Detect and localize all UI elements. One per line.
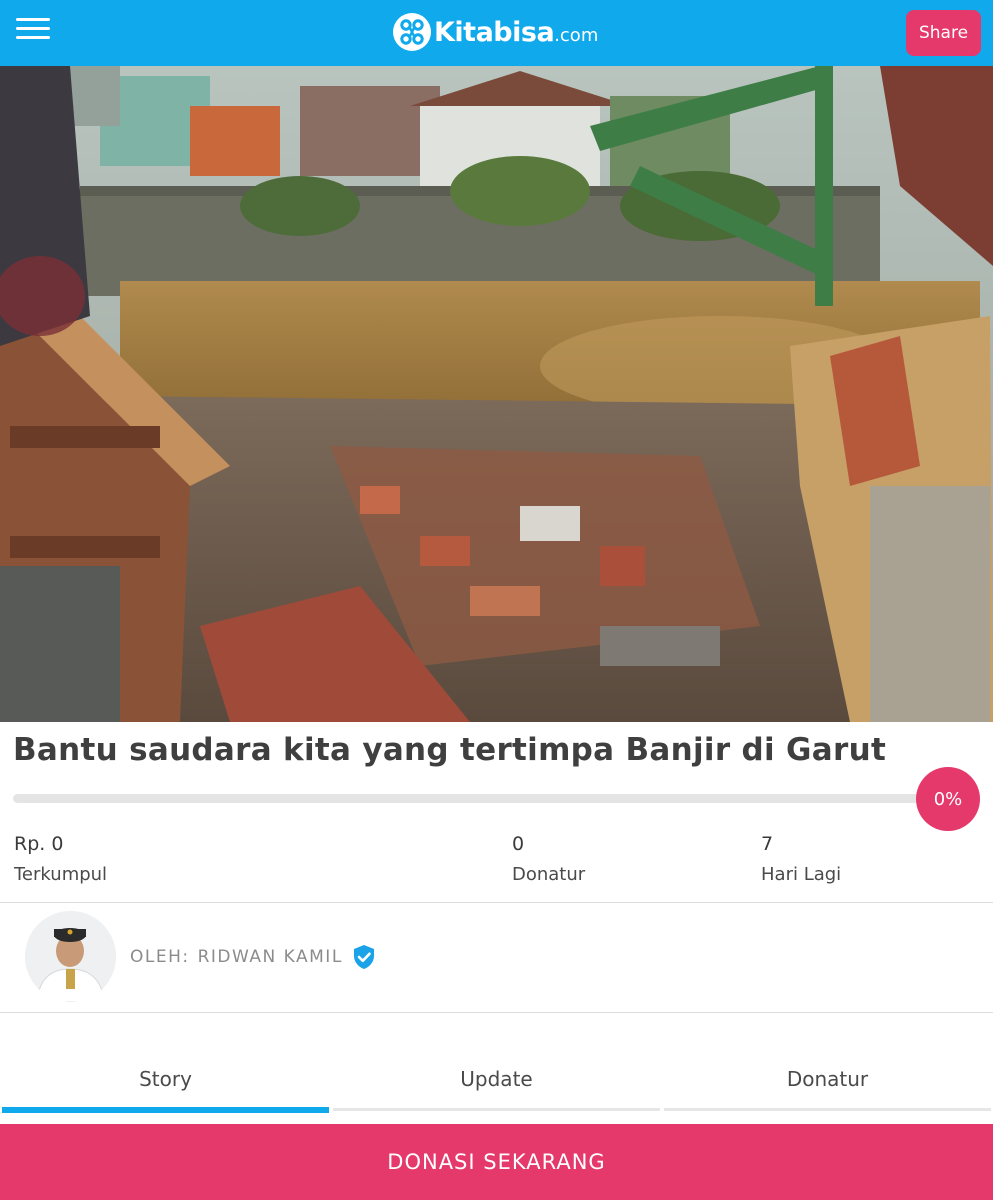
- organizer-info: OLEH: RIDWAN KAMIL: [130, 944, 377, 970]
- collected-label: Terkumpul: [14, 864, 108, 885]
- brand-tld: .com: [554, 24, 599, 46]
- stat-collected: Rp. 0 Terkumpul: [14, 833, 107, 885]
- tab-donatur[interactable]: Donatur: [662, 1055, 993, 1115]
- tab-update[interactable]: Update: [331, 1055, 662, 1115]
- stat-donors: 0 Donatur: [512, 833, 585, 885]
- divider: [0, 902, 993, 903]
- organizer-name[interactable]: RIDWAN KAMIL: [198, 947, 343, 967]
- progress-percent-badge: 0%: [916, 767, 980, 831]
- verified-badge-icon: [353, 945, 374, 969]
- brand-name: Kitabisa: [434, 16, 555, 48]
- donate-now-button[interactable]: DONASI SEKARANG: [0, 1124, 993, 1200]
- organizer-avatar[interactable]: [25, 911, 116, 1002]
- stat-days-left: 7 Hari Lagi: [761, 833, 841, 885]
- kitabisa-logo[interactable]: Kitabisa.com: [392, 10, 598, 54]
- hamburger-menu-icon[interactable]: [16, 16, 50, 42]
- donor-label: Donatur: [512, 864, 586, 885]
- days-left-count: 7: [761, 833, 774, 855]
- divider: [0, 1012, 993, 1013]
- share-button[interactable]: Share: [906, 10, 981, 56]
- campaign-tabs: Story Update Donatur: [0, 1055, 993, 1115]
- kitabisa-logo-icon: [393, 13, 431, 51]
- collected-amount: Rp. 0: [14, 833, 64, 855]
- funding-progress-bar: [13, 794, 933, 803]
- organizer-prefix: OLEH:: [130, 947, 190, 967]
- donor-count: 0: [512, 833, 525, 855]
- top-app-bar: Kitabisa.com Share: [0, 0, 993, 66]
- campaign-hero-image: [0, 66, 993, 722]
- flood-scene-illustration: [0, 66, 993, 722]
- days-left-label: Hari Lagi: [761, 864, 842, 885]
- campaign-title: Bantu saudara kita yang tertimpa Banjir …: [13, 732, 887, 768]
- tab-story[interactable]: Story: [0, 1055, 331, 1115]
- organizer-portrait: [25, 911, 116, 1002]
- brand-wordmark: Kitabisa.com: [434, 17, 598, 48]
